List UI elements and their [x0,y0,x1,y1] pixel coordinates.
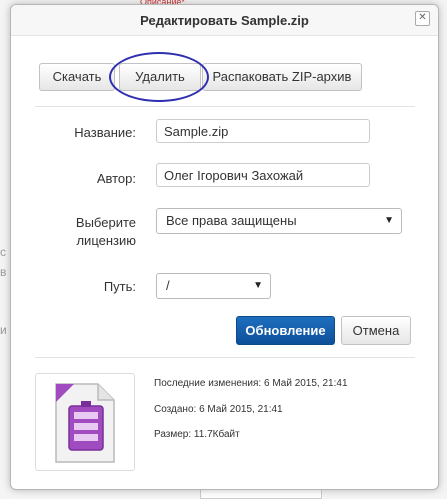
update-button[interactable]: Обновление [236,316,335,345]
background-glyph: в [0,265,7,279]
dialog-titlebar: Редактировать Sample.zip ✕ [11,5,438,36]
close-icon[interactable]: ✕ [415,11,430,26]
background-glyph: и [0,323,7,337]
unzip-button[interactable]: Распаковать ZIP-архив [202,63,362,91]
name-label: Название: [74,125,136,140]
license-label: Выберите лицензию [76,214,136,250]
author-field[interactable]: Олег Ігорович Захожай [156,163,370,187]
license-label-line1: Выберите [75,215,136,230]
created-info: Создано: 6 Май 2015, 21:41 [154,404,283,415]
dialog-title: Редактировать Sample.zip [140,13,309,28]
modified-info: Последние изменения: 6 Май 2015, 21:41 [154,378,348,389]
author-label: Автор: [96,171,136,186]
license-select[interactable]: Все права защищены ▼ [156,208,402,234]
license-select-value: Все права защищены [166,213,297,228]
name-field[interactable]: Sample.zip [156,119,370,143]
license-label-line2: лицензию [76,233,136,248]
divider [35,106,415,107]
background-glyph: с [0,245,6,259]
edit-file-dialog: Редактировать Sample.zip ✕ Скачать Удали… [10,4,439,490]
annotation-circle [109,52,209,102]
file-thumbnail [35,373,135,471]
zip-file-icon [55,383,115,463]
dropdown-arrow-icon: ▼ [253,280,263,291]
cancel-button[interactable]: Отмена [341,316,411,345]
size-info: Размер: 11.7Кбайт [154,429,240,440]
dropdown-arrow-icon: ▼ [384,215,394,226]
divider [35,357,415,358]
download-button[interactable]: Скачать [39,63,115,91]
path-select-value: / [166,278,170,293]
path-label: Путь: [103,279,136,294]
path-select[interactable]: / ▼ [156,273,271,299]
